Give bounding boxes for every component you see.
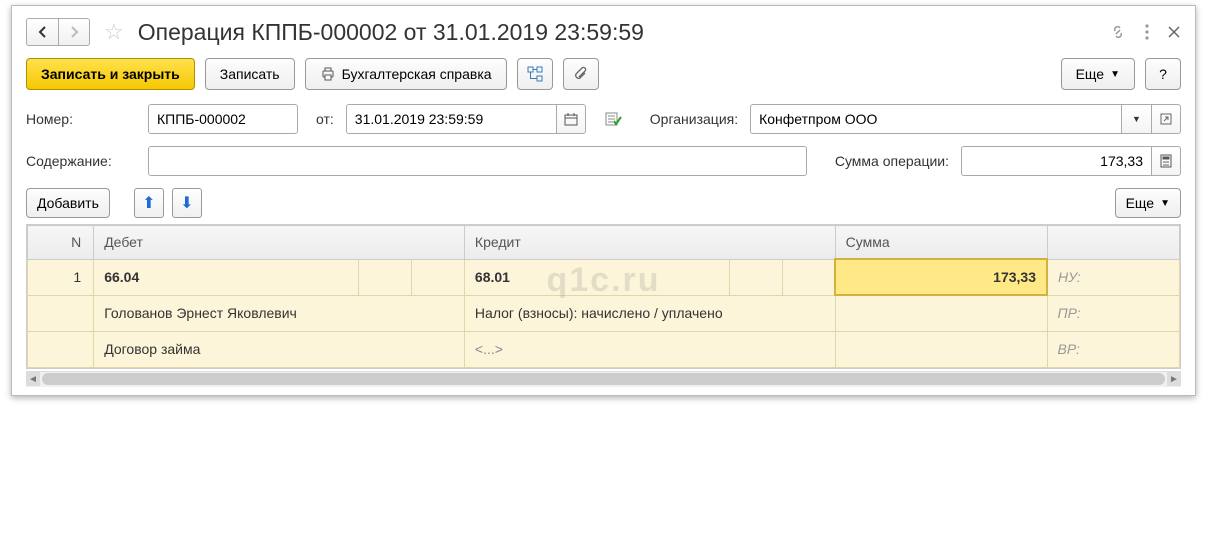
cell-sum-blank[interactable] [835,295,1047,331]
attach-button[interactable] [563,58,599,90]
org-dropdown-button[interactable]: ▼ [1121,104,1151,134]
form-row-1: Номер: от: Организация: ▼ [26,104,1181,134]
content-input[interactable] [148,146,807,176]
cell-credit-c[interactable] [782,259,835,295]
move-up-button[interactable]: ⬆ [134,188,164,218]
chevron-down-icon: ▼ [1110,69,1120,80]
cell-credit-acc[interactable]: 68.01 [464,259,729,295]
tree-icon [526,65,544,83]
open-icon [1160,113,1172,125]
table-row[interactable]: Голованов Эрнест Яковлевич Налог (взносы… [28,295,1180,331]
calculator-icon [1160,154,1172,168]
more-label: Еще [1076,66,1105,82]
arrow-down-icon: ⬇ [180,193,193,213]
chevron-down-icon: ▼ [1160,198,1170,209]
star-icon[interactable]: ☆ [104,19,124,45]
sum-input[interactable] [961,146,1151,176]
add-button[interactable]: Добавить [26,188,110,218]
tree-button[interactable] [517,58,553,90]
more-label: Еще [1126,195,1155,211]
save-close-button[interactable]: Записать и закрыть [26,58,195,90]
org-input-group: ▼ [750,104,1181,134]
table-row[interactable]: 1 66.04 68.01 173,33 НУ: [28,259,1180,295]
arrow-left-icon [36,25,50,39]
sum-input-group [961,146,1181,176]
cell-credit-q[interactable] [729,259,782,295]
table-row[interactable]: Договор займа <...> ВР: [28,331,1180,367]
chevron-down-icon: ▼ [1132,114,1141,124]
table-more-button[interactable]: Еще ▼ [1115,188,1181,218]
content-label: Содержание: [26,153,136,169]
cell-credit-sub1[interactable]: Налог (взносы): начислено / уплачено [464,295,835,331]
nav-back-button[interactable] [26,18,58,46]
table-actions: Добавить ⬆ ⬇ Еще ▼ [26,188,1181,218]
col-side[interactable] [1047,226,1180,260]
toolbar: Записать и закрыть Записать Бухгалтерска… [26,58,1181,90]
print-label: Бухгалтерская справка [342,66,492,82]
kebab-icon[interactable] [1145,23,1149,41]
table-header-row: N Дебет Кредит Сумма [28,226,1180,260]
cell-credit-sub2[interactable]: <...> [464,331,835,367]
col-n[interactable]: N [28,226,94,260]
arrow-right-icon [67,25,81,39]
col-debit[interactable]: Дебет [94,226,465,260]
cell-n[interactable]: 1 [28,259,94,295]
org-label: Организация: [650,111,738,127]
posted-icon [604,110,622,128]
horizontal-scrollbar[interactable]: ◄ ► [26,371,1181,387]
scroll-thumb[interactable] [42,373,1165,385]
printer-icon [320,66,336,82]
arrow-up-icon: ⬆ [142,193,155,213]
clip-icon [573,66,589,82]
header-right [1109,23,1181,41]
page-title: Операция КППБ-000002 от 31.01.2019 23:59… [138,19,1101,46]
cell-side-pr[interactable]: ПР: [1047,295,1180,331]
entries-table: N Дебет Кредит Сумма 1 66.04 68.01 173,3… [26,224,1181,369]
nav-forward-button[interactable] [58,18,90,46]
cell-side-vr[interactable]: ВР: [1047,331,1180,367]
cell-debit-sub1[interactable]: Голованов Эрнест Яковлевич [94,295,465,331]
cell-debit-sub2[interactable]: Договор займа [94,331,465,367]
form-row-2: Содержание: Сумма операции: [26,146,1181,176]
close-icon[interactable] [1167,25,1181,39]
window-header: ☆ Операция КППБ-000002 от 31.01.2019 23:… [26,18,1181,46]
cell-side-nu[interactable]: НУ: [1047,259,1180,295]
calc-button[interactable] [1151,146,1181,176]
save-button[interactable]: Записать [205,58,295,90]
org-input[interactable] [750,104,1121,134]
nav-group [26,18,90,46]
date-input-group [346,104,586,134]
number-input[interactable] [148,104,298,134]
print-button[interactable]: Бухгалтерская справка [305,58,507,90]
cell-sum[interactable]: 173,33 [835,259,1047,295]
cell-n-blank [28,331,94,367]
scroll-right-icon[interactable]: ► [1167,372,1181,386]
cell-n-blank [28,295,94,331]
col-sum[interactable]: Сумма [835,226,1047,260]
calendar-icon [564,112,578,126]
cell-debit-acc[interactable]: 66.04 [94,259,359,295]
more-button[interactable]: Еще ▼ [1061,58,1135,90]
cell-sum-blank[interactable] [835,331,1047,367]
col-credit[interactable]: Кредит [464,226,835,260]
link-icon[interactable] [1109,23,1127,41]
date-label: от: [316,111,334,127]
org-open-button[interactable] [1151,104,1181,134]
calendar-button[interactable] [556,104,586,134]
help-button[interactable]: ? [1145,58,1181,90]
cell-debit-c[interactable] [411,259,464,295]
date-input[interactable] [346,104,556,134]
cell-debit-q[interactable] [359,259,412,295]
sum-label: Сумма операции: [835,153,949,169]
scroll-left-icon[interactable]: ◄ [26,372,40,386]
move-down-button[interactable]: ⬇ [172,188,202,218]
number-label: Номер: [26,111,136,127]
